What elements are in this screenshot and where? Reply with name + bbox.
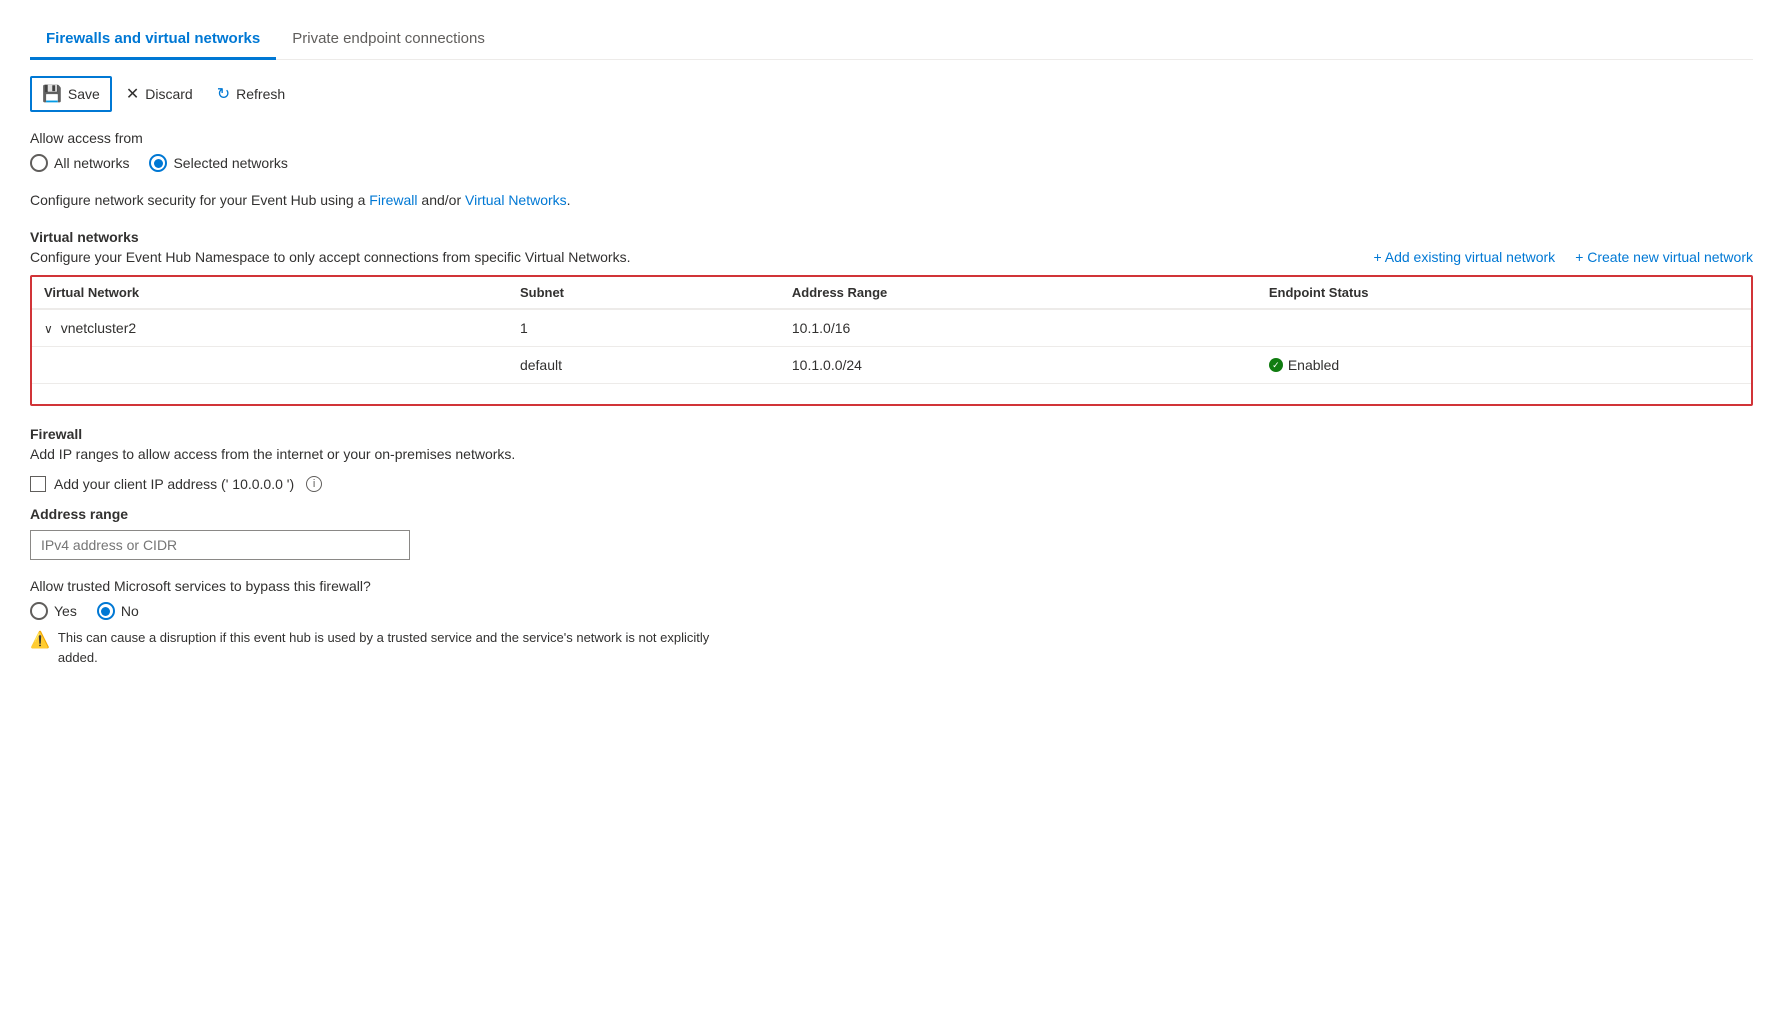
tab-firewalls[interactable]: Firewalls and virtual networks <box>30 20 276 60</box>
col-address-range: Address Range <box>780 277 1257 309</box>
radio-no-label: No <box>121 603 139 619</box>
vnet-name: vnetcluster2 <box>61 320 136 336</box>
address-range-cell-2: 10.1.0.0/24 <box>780 347 1257 384</box>
firewall-section: Firewall Add IP ranges to allow access f… <box>30 426 1753 578</box>
save-button[interactable]: 💾 Save <box>30 76 112 112</box>
address-range-cell-1: 10.1.0/16 <box>780 309 1257 347</box>
toolbar: 💾 Save ✕ Discard ↻ Refresh <box>30 76 1753 112</box>
vnet-name-cell: ∨ vnetcluster2 <box>32 309 508 347</box>
tab-bar: Firewalls and virtual networks Private e… <box>30 20 1753 60</box>
info-icon[interactable]: i <box>306 476 322 492</box>
access-radio-group: All networks Selected networks <box>30 154 1753 172</box>
refresh-icon: ↻ <box>217 84 230 104</box>
radio-trusted-no[interactable]: No <box>97 602 139 620</box>
firewall-link[interactable]: Firewall <box>369 192 417 208</box>
radio-all-networks[interactable]: All networks <box>30 154 129 172</box>
table-row: default 10.1.0.0/24 ✓ Enabled <box>32 347 1751 384</box>
firewall-title: Firewall <box>30 426 1753 442</box>
virtual-networks-desc-text: Configure your Event Hub Namespace to on… <box>30 249 1353 265</box>
vnet-name-cell-2 <box>32 347 508 384</box>
discard-label: Discard <box>145 86 192 102</box>
virtual-networks-link[interactable]: Virtual Networks <box>465 192 567 208</box>
address-range-input[interactable] <box>30 530 410 560</box>
table-header-row: Virtual Network Subnet Address Range End… <box>32 277 1751 309</box>
radio-yes-label: Yes <box>54 603 77 619</box>
trusted-section: Allow trusted Microsoft services to bypa… <box>30 578 1753 667</box>
radio-all-circle <box>30 154 48 172</box>
radio-all-label: All networks <box>54 155 129 171</box>
refresh-button[interactable]: ↻ Refresh <box>207 78 295 110</box>
address-range-label: Address range <box>30 506 1753 522</box>
configure-description: Configure network security for your Even… <box>30 190 1753 211</box>
col-endpoint-status: Endpoint Status <box>1257 277 1751 309</box>
desc-text-before: Configure network security for your Even… <box>30 192 369 208</box>
desc-text-middle: and/or <box>418 192 465 208</box>
col-subnet: Subnet <box>508 277 780 309</box>
discard-button[interactable]: ✕ Discard <box>116 78 203 110</box>
virtual-networks-table: Virtual Network Subnet Address Range End… <box>32 277 1751 384</box>
trusted-label: Allow trusted Microsoft services to bypa… <box>30 578 1753 594</box>
endpoint-status-cell-1 <box>1257 309 1751 347</box>
refresh-label: Refresh <box>236 86 285 102</box>
status-enabled-dot: ✓ <box>1269 358 1283 372</box>
client-ip-checkbox[interactable] <box>30 476 46 492</box>
endpoint-status-cell-2: ✓ Enabled <box>1257 347 1751 384</box>
subnet-cell-2: default <box>508 347 780 384</box>
virtual-network-actions: + Add existing virtual network + Create … <box>1373 249 1753 265</box>
table-row: ∨ vnetcluster2 1 10.1.0/16 <box>32 309 1751 347</box>
access-section: Allow access from All networks Selected … <box>30 130 1753 172</box>
create-new-vnet-link[interactable]: + Create new virtual network <box>1575 249 1753 265</box>
status-enabled-label: Enabled <box>1288 357 1339 373</box>
discard-icon: ✕ <box>126 84 139 104</box>
warning-text: This can cause a disruption if this even… <box>58 628 730 667</box>
desc-text-after: . <box>567 192 571 208</box>
radio-yes-circle <box>30 602 48 620</box>
col-virtual-network: Virtual Network <box>32 277 508 309</box>
chevron-down-icon: ∨ <box>44 322 53 336</box>
trusted-radio-group: Yes No <box>30 602 1753 620</box>
virtual-networks-section: Virtual networks Configure your Event Hu… <box>30 229 1753 406</box>
virtual-networks-title: Virtual networks <box>30 229 1753 245</box>
access-label: Allow access from <box>30 130 1753 146</box>
client-ip-row: Add your client IP address (' 10.0.0.0 '… <box>30 476 1753 492</box>
radio-trusted-yes[interactable]: Yes <box>30 602 77 620</box>
save-icon: 💾 <box>42 84 62 104</box>
radio-no-circle <box>97 602 115 620</box>
tab-private-endpoints[interactable]: Private endpoint connections <box>276 20 501 60</box>
subnet-cell-1: 1 <box>508 309 780 347</box>
radio-selected-label: Selected networks <box>173 155 287 171</box>
virtual-networks-table-wrapper: Virtual Network Subnet Address Range End… <box>30 275 1753 406</box>
add-existing-vnet-link[interactable]: + Add existing virtual network <box>1373 249 1555 265</box>
save-label: Save <box>68 86 100 102</box>
warning-icon: ⚠️ <box>30 629 50 653</box>
client-ip-label: Add your client IP address (' 10.0.0.0 '… <box>54 476 294 492</box>
status-enabled-indicator: ✓ Enabled <box>1269 357 1739 373</box>
radio-selected-circle <box>149 154 167 172</box>
firewall-desc: Add IP ranges to allow access from the i… <box>30 446 1753 462</box>
radio-selected-networks[interactable]: Selected networks <box>149 154 287 172</box>
warning-row: ⚠️ This can cause a disruption if this e… <box>30 628 730 667</box>
virtual-networks-desc: Configure your Event Hub Namespace to on… <box>30 249 1753 265</box>
